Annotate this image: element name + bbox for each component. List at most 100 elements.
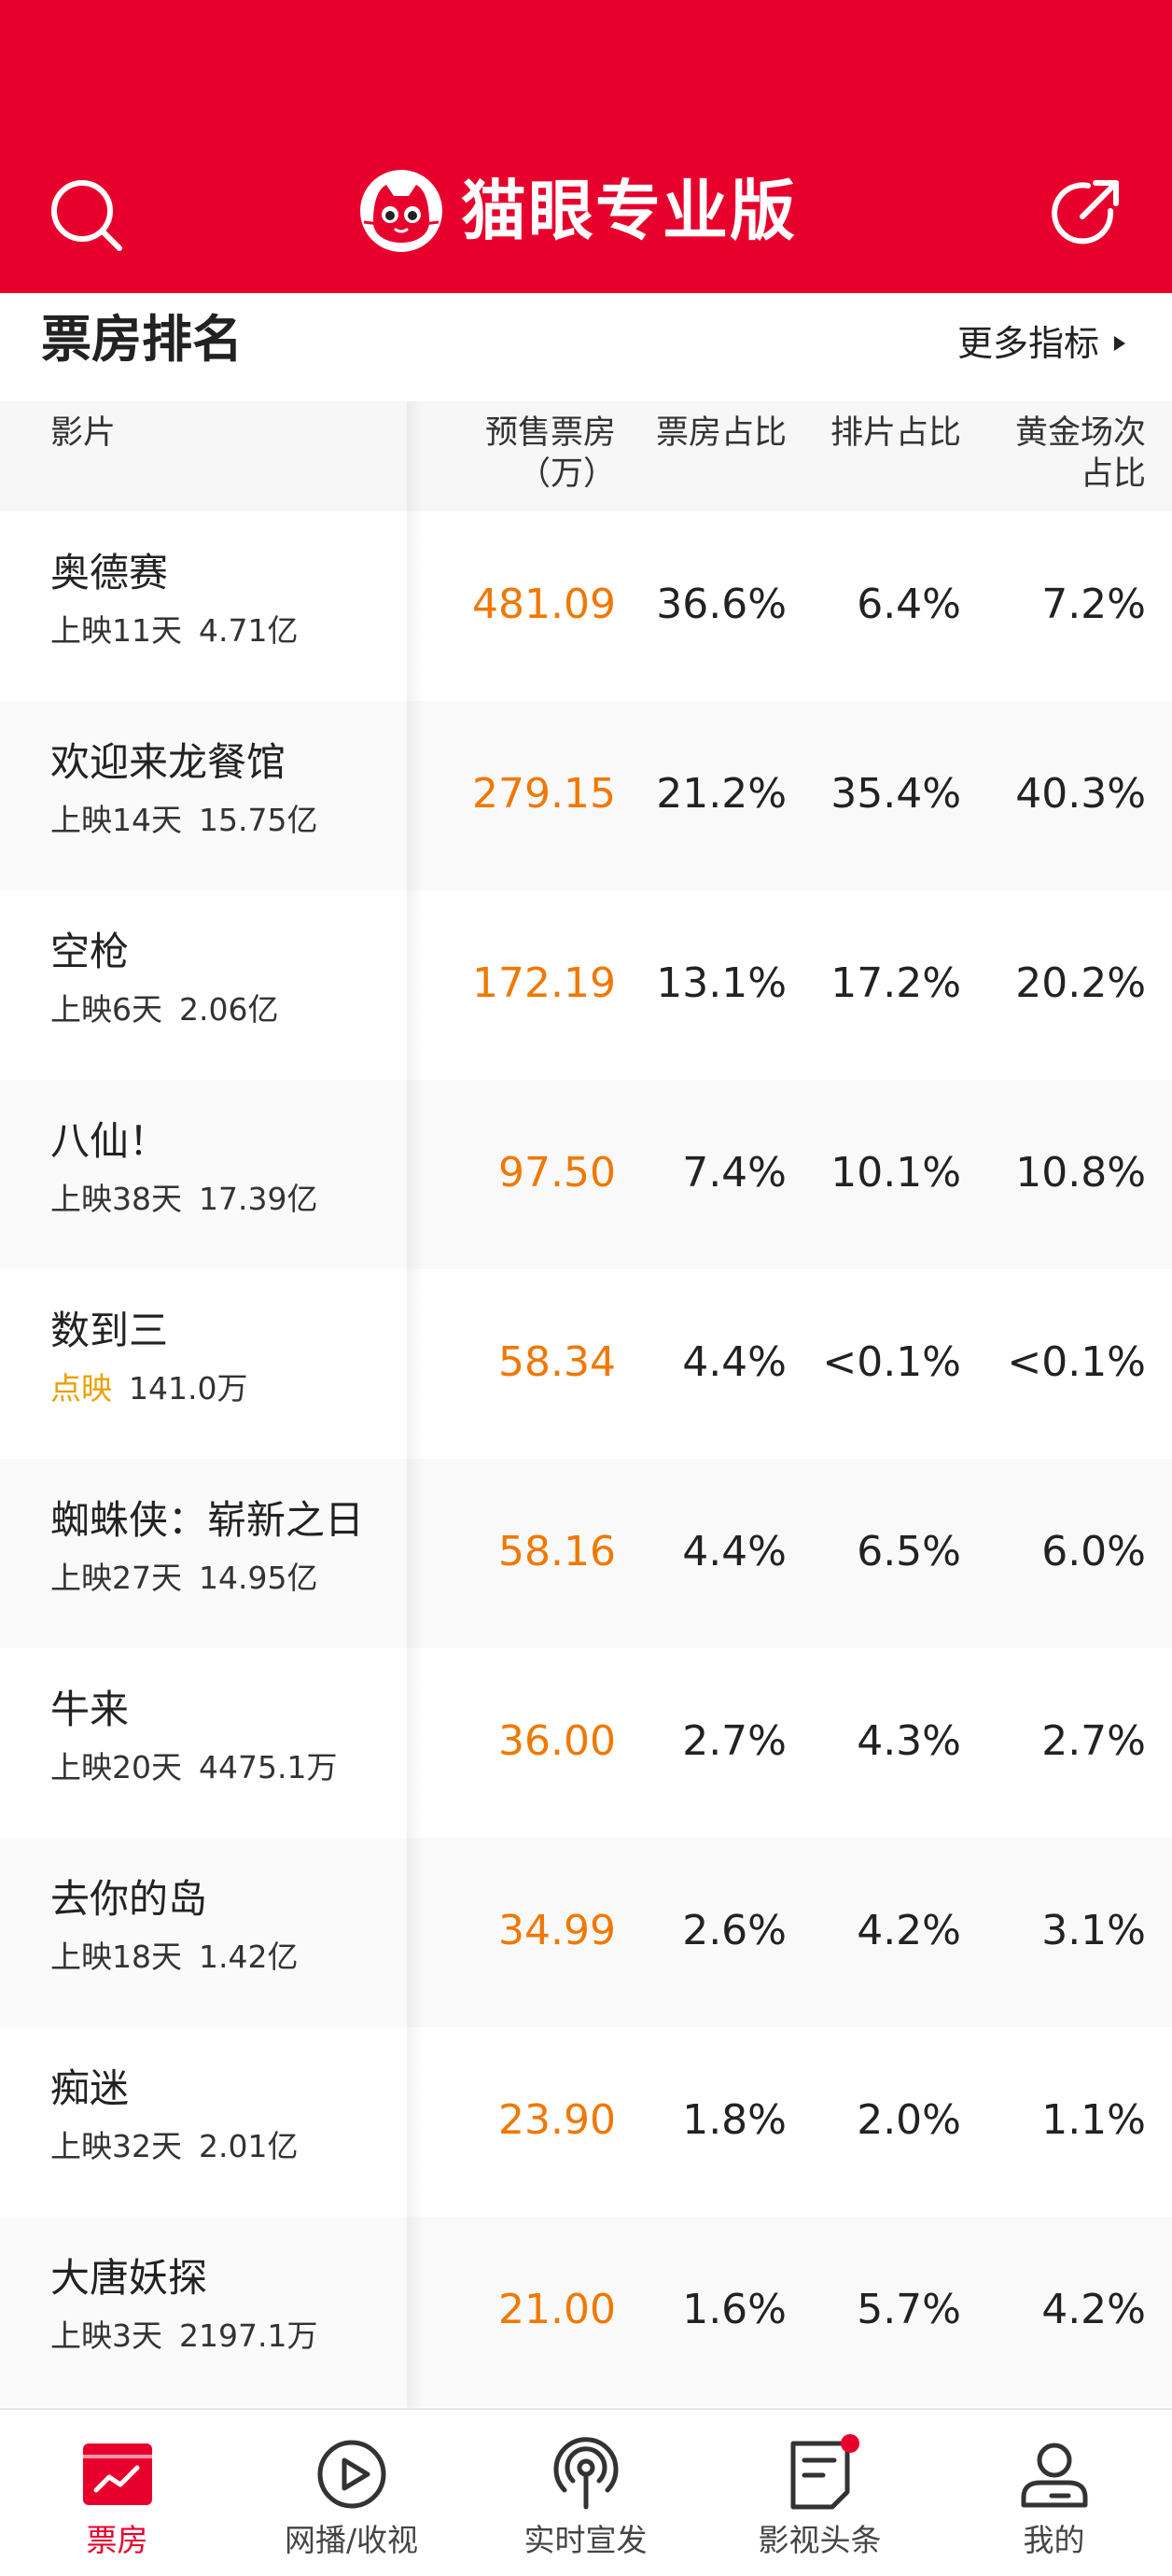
tab-label: 实时宣发	[523, 2522, 648, 2558]
app-title: 猫眼专业版	[461, 173, 797, 249]
header-golden-line2: 占比	[1080, 455, 1146, 493]
presale-value: 481.09	[472, 581, 616, 628]
app-header: 猫眼专业版	[0, 0, 1172, 293]
release-status: 上映14天	[50, 802, 182, 838]
golden-share-value: 3.1%	[1041, 1907, 1146, 1954]
total-gross: 2197.1万	[179, 2317, 318, 2354]
box-office-share-value: 1.6%	[682, 2286, 787, 2333]
screening-share-value: <0.1%	[822, 1338, 961, 1386]
total-gross: 4.71亿	[199, 612, 299, 649]
total-gross: 2.01亿	[199, 2128, 299, 2164]
bottom-tab-bar: 票房 网播/收视 实时宣发 影视头条 我的	[0, 2408, 1172, 2576]
film-name: 痴迷	[50, 2065, 130, 2111]
total-gross: 2.06亿	[179, 991, 279, 1028]
more-metrics-button[interactable]: 更多指标	[957, 315, 1125, 371]
tab-label: 影视头条	[758, 2522, 882, 2558]
table-header: 影片 预售票房 （万） 票房占比 排片占比 黄金场次 占比	[0, 401, 1172, 511]
header-golden-line1: 黄金场次	[1014, 414, 1146, 452]
presale-value: 21.00	[498, 2286, 616, 2333]
box-office-share-value: 2.7%	[682, 1717, 787, 1765]
app-brand: 猫眼专业版	[358, 168, 797, 254]
release-status: 上映18天	[50, 1939, 182, 1975]
total-gross: 1.42亿	[199, 1939, 299, 1975]
film-info: 点映 141.0万	[50, 1368, 247, 1409]
header-presale-line1: 预售票房	[484, 414, 616, 452]
tab-profile[interactable]: 我的	[937, 2410, 1171, 2576]
release-status: 上映20天	[50, 1749, 182, 1785]
triangle-right-icon	[1114, 336, 1125, 351]
film-info: 上映38天 17.39亿	[50, 1179, 317, 1220]
section-title: 票房排名	[41, 310, 243, 369]
table-row[interactable]: 牛来 上映20天 4475.1万 36.00 2.7% 4.3% 2.7%	[0, 1648, 1172, 1838]
table-row[interactable]: 大唐妖探 上映3天 2197.1万 21.00 1.6% 5.7% 4.2%	[0, 2217, 1172, 2406]
preview-tag: 点映	[50, 1370, 112, 1407]
table-row[interactable]: 痴迷 上映32天 2.01亿 23.90 1.8% 2.0% 1.1%	[0, 2027, 1172, 2217]
film-name: 去你的岛	[50, 1876, 208, 1922]
golden-share-value: <0.1%	[1007, 1338, 1146, 1386]
presale-value: 172.19	[472, 959, 616, 1007]
cat-logo-icon	[360, 170, 442, 252]
release-status: 上映3天	[50, 2317, 162, 2354]
tab-streaming-ratings[interactable]: 网播/收视	[234, 2410, 468, 2576]
header-presale[interactable]: 预售票房 （万）	[485, 413, 616, 495]
golden-share-value: 2.7%	[1041, 1717, 1146, 1765]
share-icon[interactable]	[1045, 174, 1125, 254]
golden-share-value: 40.3%	[1015, 770, 1146, 818]
golden-share-value: 1.1%	[1041, 2096, 1146, 2144]
table-row[interactable]: 去你的岛 上映18天 1.42亿 34.99 2.6% 4.2% 3.1%	[0, 1838, 1172, 2027]
broadcast-icon	[553, 2437, 618, 2510]
presale-value: 36.00	[498, 1717, 616, 1765]
box-office-share-value: 13.1%	[656, 959, 787, 1007]
film-info: 上映14天 15.75亿	[50, 800, 317, 841]
presale-value: 58.34	[498, 1338, 616, 1386]
table-row[interactable]: 蜘蛛侠：崭新之日 上映27天 14.95亿 58.16 4.4% 6.5% 6.0…	[0, 1459, 1172, 1648]
tab-label: 网播/收视	[284, 2522, 419, 2558]
total-gross: 15.75亿	[199, 802, 318, 838]
golden-share-value: 6.0%	[1041, 1528, 1146, 1575]
play-icon	[317, 2440, 385, 2509]
box-office-share-value: 2.6%	[682, 1907, 787, 1954]
tab-box-office[interactable]: 票房	[0, 2410, 234, 2576]
box-office-share-value: 4.4%	[682, 1338, 787, 1386]
film-name: 大唐妖探	[50, 2255, 208, 2301]
film-info: 上映3天 2197.1万	[50, 2316, 317, 2357]
film-info: 上映18天 1.42亿	[50, 1937, 298, 1978]
box-office-share-value: 1.8%	[682, 2096, 787, 2144]
notification-badge	[841, 2434, 859, 2453]
screening-share-value: 6.5%	[857, 1528, 961, 1575]
film-name: 牛来	[50, 1687, 130, 1732]
header-film[interactable]: 影片	[50, 413, 116, 454]
search-icon[interactable]	[47, 175, 125, 254]
box-office-share-value: 36.6%	[656, 581, 787, 628]
presale-value: 97.50	[498, 1149, 616, 1197]
table-row[interactable]: 空枪 上映6天 2.06亿 172.19 13.1% 17.2% 20.2%	[0, 890, 1172, 1080]
total-gross: 14.95亿	[199, 1560, 318, 1596]
film-name: 八仙！	[50, 1118, 169, 1164]
table-row[interactable]: 八仙！ 上映38天 17.39亿 97.50 7.4% 10.1% 10.8%	[0, 1080, 1172, 1269]
screening-share-value: 10.1%	[830, 1149, 961, 1197]
screening-share-value: 17.2%	[830, 959, 961, 1007]
total-gross: 141.0万	[129, 1370, 248, 1407]
box-office-share-value: 7.4%	[682, 1149, 787, 1197]
total-gross: 4475.1万	[199, 1749, 338, 1785]
header-screening-share[interactable]: 排片占比	[830, 413, 961, 454]
film-name: 蜘蛛侠：崭新之日	[50, 1497, 365, 1543]
film-info: 上映11天 4.71亿	[50, 610, 298, 651]
header-golden-share[interactable]: 黄金场次 占比	[1015, 413, 1146, 495]
box-office-share-value: 4.4%	[682, 1528, 787, 1575]
golden-share-value: 4.2%	[1041, 2286, 1146, 2333]
tab-realtime-promotion[interactable]: 实时宣发	[468, 2410, 703, 2576]
release-status: 上映6天	[50, 991, 162, 1028]
tab-headlines[interactable]: 影视头条	[703, 2410, 937, 2576]
table-row[interactable]: 欢迎来龙餐馆 上映14天 15.75亿 279.15 21.2% 35.4% 40…	[0, 701, 1172, 890]
table-row[interactable]: 数到三 点映 141.0万 58.34 4.4% <0.1% <0.1%	[0, 1269, 1172, 1459]
golden-share-value: 10.8%	[1015, 1149, 1146, 1197]
release-status: 上映27天	[50, 1560, 182, 1596]
release-status: 上映11天	[50, 612, 182, 649]
header-box-office-share[interactable]: 票房占比	[656, 413, 787, 454]
table-row[interactable]: 奥德赛 上映11天 4.71亿 481.09 36.6% 6.4% 7.2%	[0, 511, 1172, 701]
profile-icon	[1021, 2443, 1087, 2508]
release-status: 上映38天	[50, 1181, 182, 1217]
screening-share-value: 4.2%	[857, 1907, 961, 1954]
tab-label: 票房	[86, 2522, 148, 2558]
